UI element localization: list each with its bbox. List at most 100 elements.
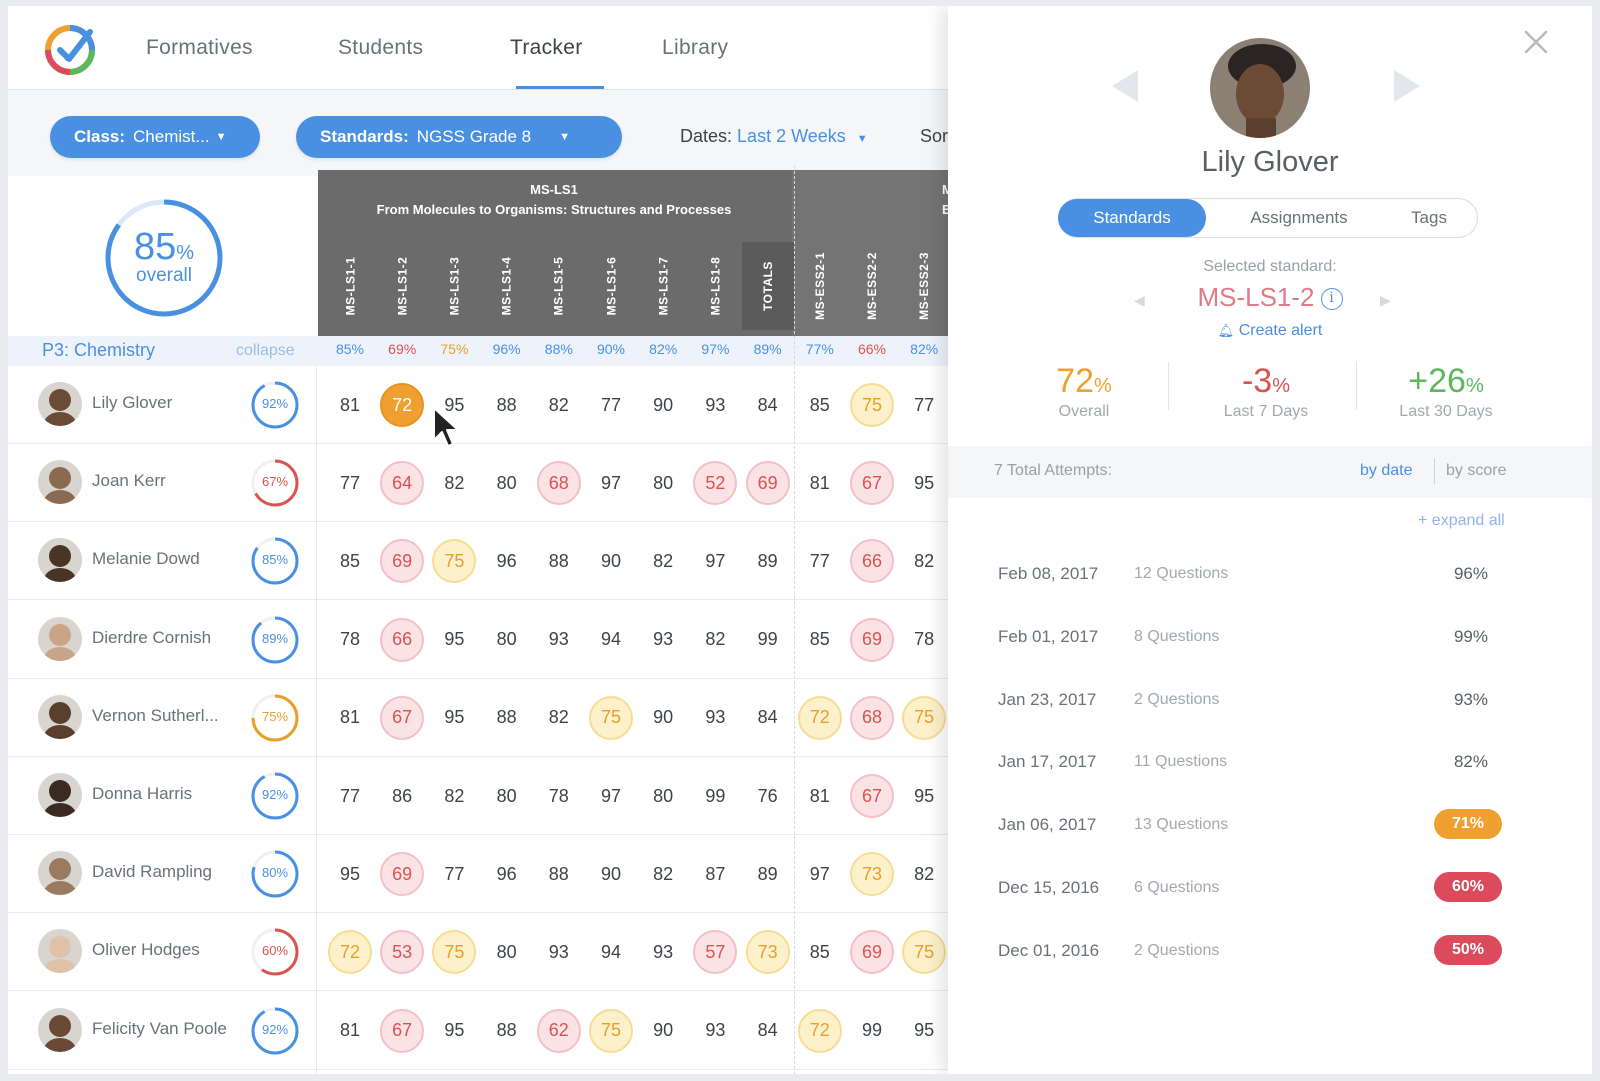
table-row[interactable]: Joan Kerr 67% 77 64 82 80 68 97 80 52 69 81 67 95	[8, 444, 968, 523]
score-cell[interactable]: 81	[798, 461, 842, 505]
table-row[interactable]: Melanie Dowd 85% 85 69 75 96 88 90 82 97 89 77 66 82	[8, 522, 968, 601]
score-cell[interactable]: 73	[850, 852, 894, 897]
score-cell[interactable]: 82	[693, 618, 737, 662]
score-cell[interactable]: 93	[537, 618, 581, 662]
score-cell[interactable]: 77	[328, 774, 372, 818]
dates-filter[interactable]: Dates: Last 2 Weeks ▼	[680, 126, 868, 147]
score-cell[interactable]: 80	[485, 618, 529, 662]
score-cell[interactable]: 68	[536, 461, 581, 506]
score-cell[interactable]: 82	[902, 852, 946, 896]
score-cell[interactable]: 75	[432, 539, 477, 584]
score-cell[interactable]: 84	[746, 1009, 790, 1053]
score-cell[interactable]: 90	[641, 383, 685, 427]
score-cell[interactable]: 90	[589, 539, 633, 583]
info-icon[interactable]: i	[1320, 288, 1343, 311]
score-cell[interactable]: 72	[797, 1008, 842, 1053]
tab-standards[interactable]: Standards	[1058, 199, 1206, 237]
score-cell[interactable]: 84	[746, 696, 790, 740]
score-cell[interactable]: 67	[850, 774, 894, 818]
tab-formatives[interactable]: Formatives	[146, 36, 253, 60]
score-cell[interactable]: 67	[380, 1008, 425, 1053]
score-cell[interactable]: 82	[537, 383, 581, 427]
score-cell[interactable]: 85	[798, 618, 842, 662]
score-cell[interactable]: 72	[380, 383, 425, 427]
score-cell[interactable]: 78	[902, 618, 946, 662]
score-cell[interactable]: 82	[641, 852, 685, 896]
next-student-arrow-icon[interactable]	[1392, 66, 1424, 106]
sort-by-score-link[interactable]: by score	[1446, 462, 1506, 480]
score-cell[interactable]: 85	[798, 383, 842, 427]
class-name[interactable]: P3: Chemistry	[42, 340, 155, 361]
score-cell[interactable]: 75	[589, 695, 633, 740]
previous-student-arrow-icon[interactable]	[1108, 66, 1140, 106]
score-cell[interactable]: 88	[537, 852, 581, 896]
score-cell[interactable]: 88	[485, 383, 529, 427]
score-cell[interactable]: 53	[380, 930, 425, 975]
score-cell[interactable]: 73	[745, 930, 790, 975]
score-cell[interactable]: 80	[485, 774, 529, 818]
score-cell[interactable]: 81	[328, 696, 372, 740]
column-header-ms-ls1-4[interactable]: MS-LS1-4	[481, 242, 533, 330]
column-header-ms-ls1-5[interactable]: MS-LS1-5	[533, 242, 585, 330]
attempt-row[interactable]: Feb 08, 2017 12 Questions 96%	[948, 554, 1592, 594]
create-alert-link[interactable]: 🔔︎ Create alert	[948, 322, 1592, 340]
score-cell[interactable]: 95	[432, 1009, 476, 1053]
score-cell[interactable]: 77	[432, 852, 476, 896]
column-header-ms-ls1-8[interactable]: MS-LS1-8	[689, 242, 741, 330]
score-cell[interactable]: 77	[798, 539, 842, 583]
attempt-row[interactable]: Dec 15, 2016 6 Questions 60%	[948, 868, 1592, 908]
score-cell[interactable]: 72	[797, 695, 842, 740]
tab-tags[interactable]: Tags	[1379, 199, 1479, 237]
score-cell[interactable]: 82	[641, 539, 685, 583]
student-name[interactable]: Melanie Dowd	[92, 549, 200, 569]
score-cell[interactable]: 82	[902, 539, 946, 583]
score-cell[interactable]: 69	[850, 617, 894, 662]
attempt-row[interactable]: Jan 17, 2017 11 Questions 82%	[948, 742, 1592, 782]
score-cell[interactable]: 89	[746, 539, 790, 583]
score-cell[interactable]: 99	[746, 618, 790, 662]
score-cell[interactable]: 66	[850, 539, 894, 584]
score-cell[interactable]: 69	[380, 852, 425, 897]
student-name[interactable]: Vernon Sutherl...	[92, 706, 219, 726]
student-name[interactable]: David Rampling	[92, 862, 212, 882]
score-cell[interactable]: 88	[537, 539, 581, 583]
score-cell[interactable]: 78	[328, 618, 372, 662]
score-cell[interactable]: 89	[746, 852, 790, 896]
app-logo[interactable]	[44, 20, 100, 76]
score-cell[interactable]: 99	[693, 774, 737, 818]
score-cell[interactable]: 97	[589, 774, 633, 818]
tab-students[interactable]: Students	[338, 36, 423, 60]
score-cell[interactable]: 99	[850, 1009, 894, 1053]
score-cell[interactable]: 75	[432, 930, 477, 975]
score-cell[interactable]: 81	[798, 774, 842, 818]
score-cell[interactable]: 68	[850, 695, 894, 740]
close-icon[interactable]	[1522, 28, 1550, 56]
table-row[interactable]: Felicity Van Poole 92% 81 67 95 88 62 75 90 93 84 7…	[8, 992, 968, 1070]
score-cell[interactable]: 90	[641, 696, 685, 740]
score-cell[interactable]: 81	[328, 383, 372, 427]
attempt-row[interactable]: Feb 01, 2017 8 Questions 99%	[948, 617, 1592, 657]
column-header-ms-ess2-3[interactable]: MS-ESS2-3	[898, 242, 950, 330]
collapse-link[interactable]: collapse	[236, 342, 295, 360]
score-cell[interactable]: 69	[380, 539, 425, 584]
score-cell[interactable]: 77	[589, 383, 633, 427]
standards-filter-dropdown[interactable]: Standards: NGSS Grade 8 ▼	[296, 116, 622, 158]
table-row[interactable]: Lily Glover 92% 81 72 95 88 82 77 90 93 84 85 75 77	[8, 366, 968, 444]
score-cell[interactable]: 80	[641, 461, 685, 505]
score-cell[interactable]: 95	[328, 852, 372, 896]
score-cell[interactable]: 95	[432, 696, 476, 740]
table-row[interactable]: Vernon Sutherl... 75% 81 67 95 88 82 75 90 93 84 72…	[8, 679, 968, 757]
score-cell[interactable]: 88	[485, 1009, 529, 1053]
score-cell[interactable]: 66	[380, 617, 425, 662]
score-cell[interactable]: 93	[641, 618, 685, 662]
score-cell[interactable]: 90	[641, 1009, 685, 1053]
score-cell[interactable]: 69	[745, 461, 790, 506]
score-cell[interactable]: 88	[485, 696, 529, 740]
score-cell[interactable]: 90	[589, 852, 633, 896]
student-name[interactable]: Lily Glover	[92, 393, 172, 413]
dates-filter-value[interactable]: Last 2 Weeks	[737, 126, 846, 146]
score-cell[interactable]: 67	[850, 461, 894, 506]
score-cell[interactable]: 77	[902, 383, 946, 427]
column-header-ms-ls1-2[interactable]: MS-LS1-2	[376, 242, 428, 330]
table-row[interactable]: Oliver Hodges 60% 72 53 75 80 93 94 93 57 73 85 69 75	[8, 913, 968, 992]
